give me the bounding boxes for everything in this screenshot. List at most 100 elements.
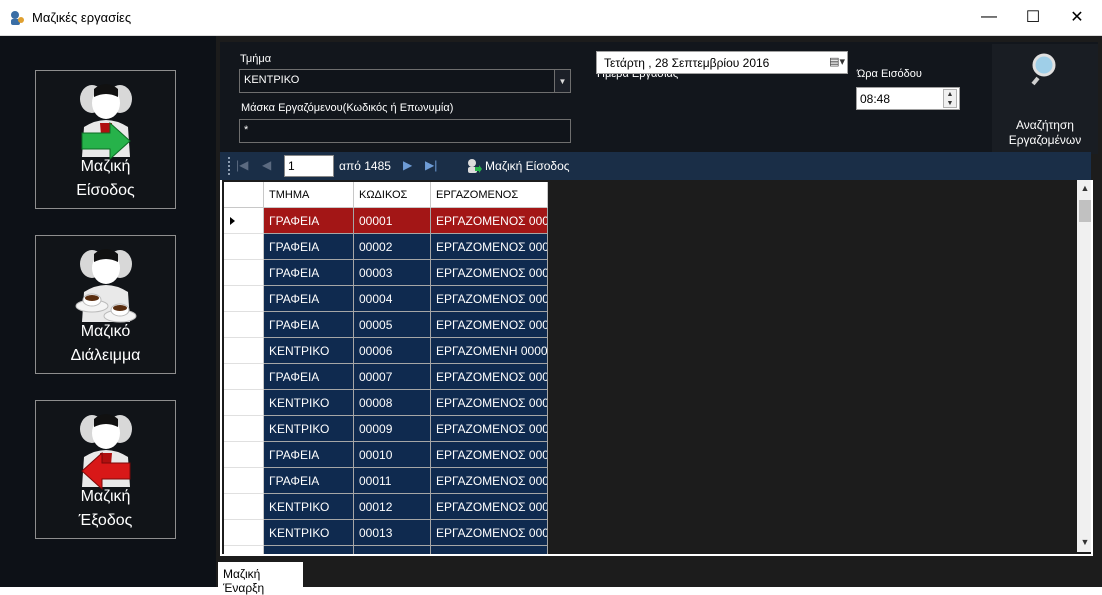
cell-code[interactable]: 00014 [354,546,431,554]
table-row[interactable]: ΓΡΑΦΕΙΑ00011ΕΡΓΑΖΟΜΕΝΟΣ 00011 [224,468,548,494]
first-record-icon[interactable]: |◀ [236,158,248,172]
row-selector[interactable] [224,260,264,286]
last-record-icon[interactable]: ▶| [425,158,437,172]
cell-employee[interactable]: ΕΡΓΑΖΟΜΕΝΟΣ 00003 [431,260,548,286]
row-selector[interactable] [224,442,264,468]
minimize-button[interactable]: — [966,0,1012,34]
mass-break-button[interactable]: Μαζικό Διάλειμμα [35,235,176,374]
calendar-icon[interactable]: ▤▾ [829,55,845,68]
department-select[interactable]: ΚΕΝΤΡΙΚΟ ▼ [239,69,571,93]
row-selector[interactable] [224,520,264,546]
cell-code[interactable]: 00008 [354,390,431,416]
row-selector[interactable] [224,416,264,442]
table-row[interactable]: ΚΕΝΤΡΙΚΟ00009ΕΡΓΑΖΟΜΕΝΟΣ 00009 [224,416,548,442]
cell-department[interactable]: ΚΕΝΤΡΙΚΟ [264,494,354,520]
vertical-scrollbar[interactable]: ▲ ▼ [1077,180,1091,552]
column-header-department[interactable]: ΤΜΗΜΑ [264,182,354,208]
table-row[interactable]: ΚΕΝΤΡΙΚΟ00014ΕΡΓΑΖΟΜΕΝΟΣ 00014 [224,546,548,554]
cell-department[interactable]: ΚΕΝΤΡΙΚΟ [264,416,354,442]
close-button[interactable]: ✕ [1054,0,1100,34]
cell-department[interactable]: ΓΡΑΦΕΙΑ [264,364,354,390]
cell-code[interactable]: 00011 [354,468,431,494]
table-row[interactable]: ΚΕΝΤΡΙΚΟ00012ΕΡΓΑΖΟΜΕΝΟΣ 00012 [224,494,548,520]
cell-employee[interactable]: ΕΡΓΑΖΟΜΕΝΟΣ 00010 [431,442,548,468]
cell-code[interactable]: 00005 [354,312,431,338]
table-row[interactable]: ΓΡΑΦΕΙΑ00010ΕΡΓΑΖΟΜΕΝΟΣ 00010 [224,442,548,468]
row-selector[interactable] [224,468,264,494]
cell-employee[interactable]: ΕΡΓΑΖΟΜΕΝΟΣ 00005 [431,312,548,338]
tab-mass-start[interactable]: Μαζική Έναρξη [218,562,303,595]
cell-code[interactable]: 00006 [354,338,431,364]
cell-code[interactable]: 00003 [354,260,431,286]
cell-department[interactable]: ΓΡΑΦΕΙΑ [264,312,354,338]
cell-department[interactable]: ΓΡΑΦΕΙΑ [264,442,354,468]
scroll-thumb[interactable] [1079,200,1091,222]
row-selector[interactable] [224,312,264,338]
cell-department[interactable]: ΚΕΝΤΡΙΚΟ [264,338,354,364]
search-employees-button[interactable]: Αναζήτηση Εργαζομένων [992,44,1098,154]
table-row[interactable]: ΚΕΝΤΡΙΚΟ00008ΕΡΓΑΖΟΜΕΝΟΣ 00008 [224,390,548,416]
cell-employee[interactable]: ΕΡΓΑΖΟΜΕΝΗ 00006 [431,338,548,364]
cell-code[interactable]: 00007 [354,364,431,390]
cell-department[interactable]: ΓΡΑΦΕΙΑ [264,234,354,260]
cell-code[interactable]: 00004 [354,286,431,312]
record-position-input[interactable]: 1 [284,155,334,177]
cell-employee[interactable]: ΕΡΓΑΖΟΜΕΝΟΣ 00002 [431,234,548,260]
cell-department[interactable]: ΚΕΝΤΡΙΚΟ [264,546,354,554]
cell-department[interactable]: ΓΡΑΦΕΙΑ [264,208,354,234]
table-row[interactable]: ΓΡΑΦΕΙΑ00005ΕΡΓΑΖΟΜΕΝΟΣ 00005 [224,312,548,338]
cell-department[interactable]: ΓΡΑΦΕΙΑ [264,286,354,312]
row-selector[interactable] [224,286,264,312]
time-spinner[interactable]: ▲ ▼ [943,89,957,108]
cell-employee[interactable]: ΕΡΓΑΖΟΜΕΝΟΣ 00001 [431,208,548,234]
cell-employee[interactable]: ΕΡΓΑΖΟΜΕΝΟΣ 00013 [431,520,548,546]
cell-employee[interactable]: ΕΡΓΑΖΟΜΕΝΟΣ 00014 [431,546,548,554]
cell-department[interactable]: ΚΕΝΤΡΙΚΟ [264,520,354,546]
mass-entry-button[interactable]: Μαζική Είσοδος [35,70,176,209]
row-selector[interactable] [224,338,264,364]
row-selector[interactable] [224,208,264,234]
table-row[interactable]: ΓΡΑΦΕΙΑ00003ΕΡΓΑΖΟΜΕΝΟΣ 00003 [224,260,548,286]
chevron-down-icon[interactable]: ▼ [554,70,570,92]
mass-exit-button[interactable]: Μαζική Έξοδος [35,400,176,539]
maximize-button[interactable]: ☐ [1010,0,1056,34]
row-selector[interactable] [224,364,264,390]
cell-code[interactable]: 00002 [354,234,431,260]
cell-code[interactable]: 00013 [354,520,431,546]
cell-employee[interactable]: ΕΡΓΑΖΟΜΕΝΟΣ 00011 [431,468,548,494]
table-row[interactable]: ΓΡΑΦΕΙΑ00002ΕΡΓΑΖΟΜΕΝΟΣ 00002 [224,234,548,260]
table-row[interactable]: ΓΡΑΦΕΙΑ00007ΕΡΓΑΖΟΜΕΝΟΣ 00007 [224,364,548,390]
row-selector[interactable] [224,234,264,260]
cell-employee[interactable]: ΕΡΓΑΖΟΜΕΝΟΣ 00008 [431,390,548,416]
previous-record-icon[interactable]: ◀ [262,158,271,172]
cell-department[interactable]: ΓΡΑΦΕΙΑ [264,468,354,494]
table-row[interactable]: ΓΡΑΦΕΙΑ00001ΕΡΓΑΖΟΜΕΝΟΣ 00001 [224,208,548,234]
cell-code[interactable]: 00012 [354,494,431,520]
mass-entry-toolbar-button[interactable]: Μαζική Είσοδος [485,159,570,173]
mask-input[interactable]: * [239,119,571,143]
row-selector[interactable] [224,546,264,554]
row-selector[interactable] [224,390,264,416]
table-row[interactable]: ΚΕΝΤΡΙΚΟ00013ΕΡΓΑΖΟΜΕΝΟΣ 00013 [224,520,548,546]
workday-date-picker[interactable]: Τετάρτη , 28 Σεπτεμβρίου 2016 ▤▾ [596,51,848,74]
next-record-icon[interactable]: ▶ [403,158,412,172]
cell-code[interactable]: 00010 [354,442,431,468]
record-position-value: 1 [288,159,295,173]
table-row[interactable]: ΚΕΝΤΡΙΚΟ 00006 ΕΡΓΑΖΟΜΕΝΗ 00006 [224,338,548,364]
cell-code[interactable]: 00009 [354,416,431,442]
cell-employee[interactable]: ΕΡΓΑΖΟΜΕΝΟΣ 00004 [431,286,548,312]
scroll-up-icon[interactable]: ▲ [1077,180,1091,196]
column-header-code[interactable]: ΚΩΔΙΚΟΣ [354,182,431,208]
mass-entry-small-icon[interactable] [466,158,482,174]
table-row[interactable]: ΓΡΑΦΕΙΑ00004ΕΡΓΑΖΟΜΕΝΟΣ 00004 [224,286,548,312]
column-header-employee[interactable]: ΕΡΓΑΖΟΜΕΝΟΣ [431,182,548,208]
cell-employee[interactable]: ΕΡΓΑΖΟΜΕΝΟΣ 00007 [431,364,548,390]
scroll-down-icon[interactable]: ▼ [1077,534,1091,550]
cell-employee[interactable]: ΕΡΓΑΖΟΜΕΝΟΣ 00009 [431,416,548,442]
cell-code[interactable]: 00001 [354,208,431,234]
cell-employee[interactable]: ΕΡΓΑΖΟΜΕΝΟΣ 00012 [431,494,548,520]
cell-department[interactable]: ΚΕΝΤΡΙΚΟ [264,390,354,416]
row-selector[interactable] [224,494,264,520]
cell-department[interactable]: ΓΡΑΦΕΙΑ [264,260,354,286]
time-input[interactable]: 08:48 ▲ ▼ [856,87,960,110]
